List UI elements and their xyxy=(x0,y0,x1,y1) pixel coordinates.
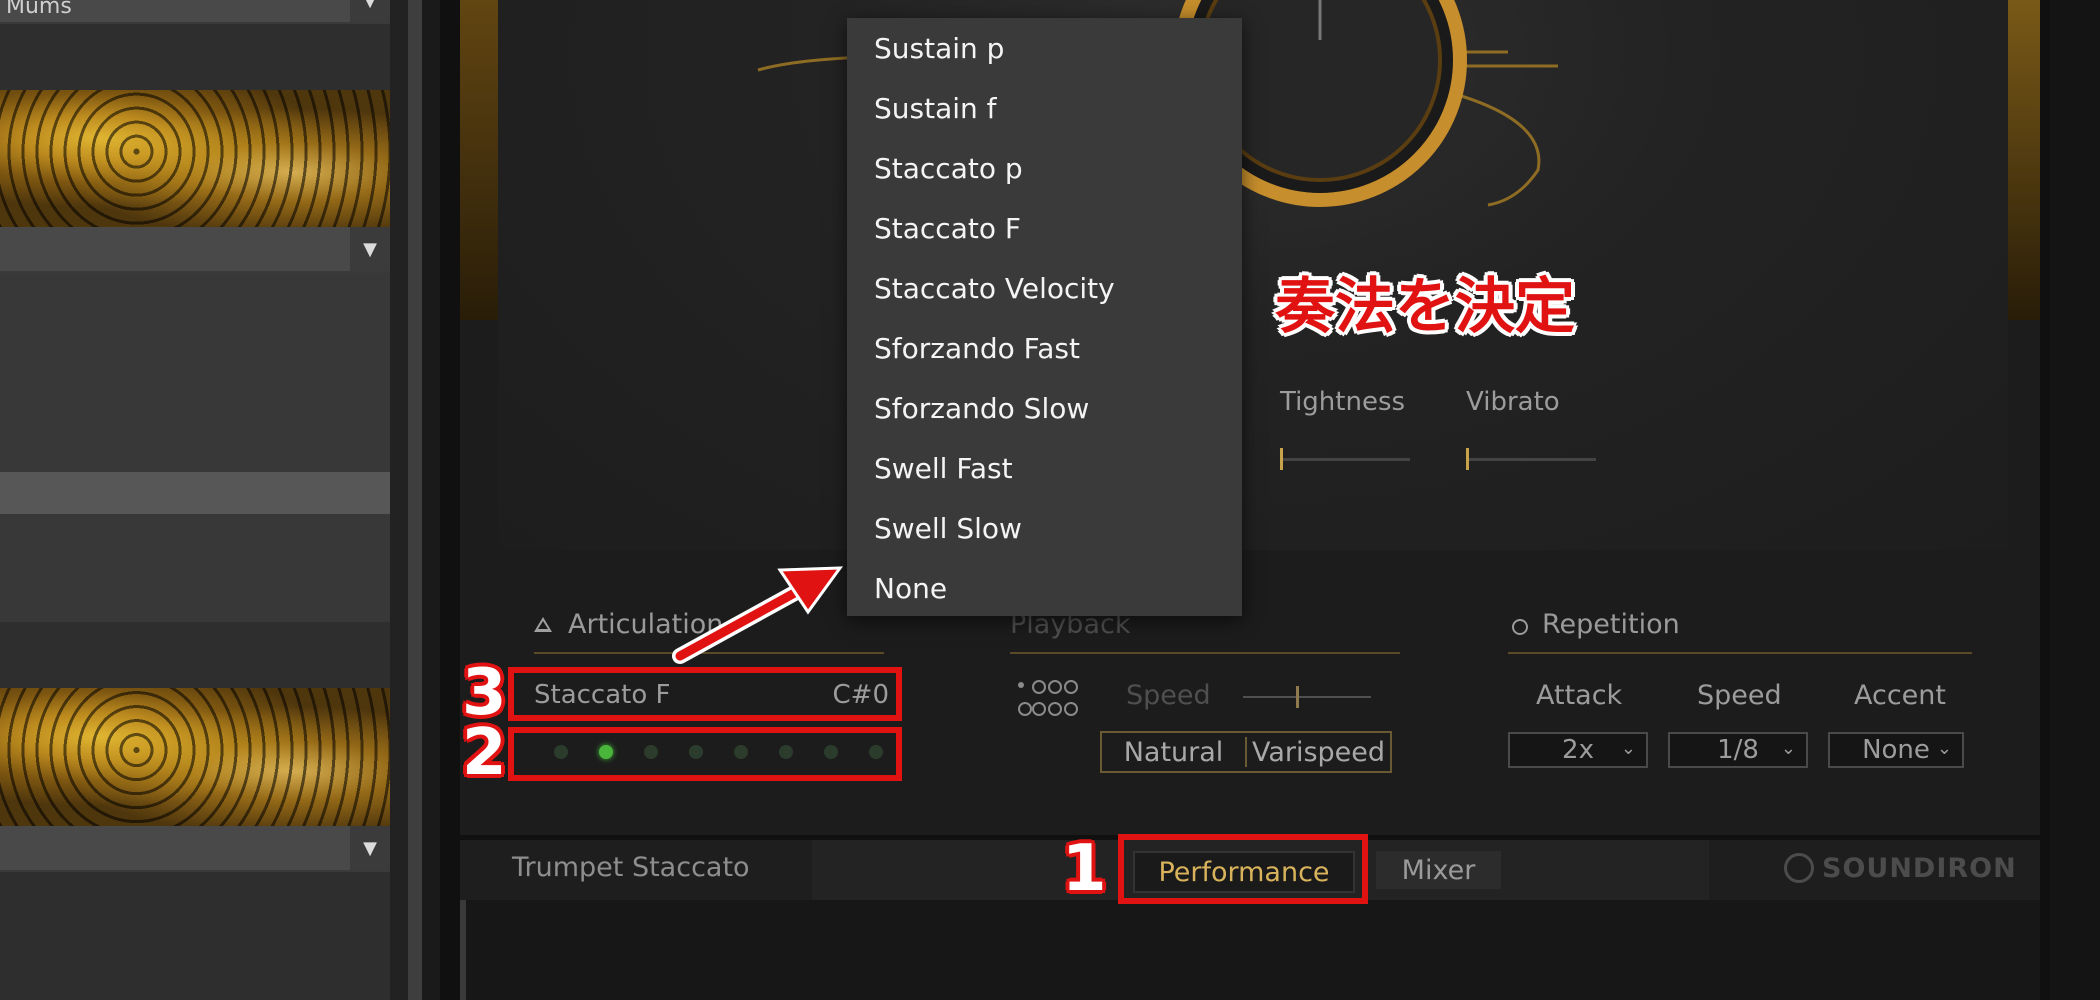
accent-value: None xyxy=(1862,735,1930,765)
library-list-area xyxy=(0,273,390,473)
annotation-box-3 xyxy=(508,667,902,721)
panel-divider xyxy=(390,0,408,1000)
mode-varispeed-button[interactable]: Varispeed xyxy=(1247,733,1390,771)
mode-natural-button[interactable]: Natural xyxy=(1102,733,1245,771)
repetition-speed-select[interactable]: 1/8 ⌄ xyxy=(1668,732,1808,768)
menu-item[interactable]: Sforzando Fast xyxy=(847,318,1242,378)
attack-select[interactable]: 2x ⌄ xyxy=(1508,732,1648,768)
panel-divider xyxy=(422,0,440,1000)
menu-item[interactable]: Swell Fast xyxy=(847,438,1242,498)
gold-border-right xyxy=(2004,0,2040,320)
repetition-speed-value: 1/8 xyxy=(1717,735,1759,765)
menu-item[interactable]: Sustain p xyxy=(847,18,1242,78)
library-artwork-2[interactable] xyxy=(0,688,390,826)
menu-item[interactable]: Staccato F xyxy=(847,198,1242,258)
vibrato-slider[interactable] xyxy=(1466,448,1596,470)
menu-item[interactable]: Sforzando Slow xyxy=(847,378,1242,438)
playback-mode-toggle[interactable]: Natural Varispeed xyxy=(1100,731,1392,773)
menu-item[interactable]: Swell Slow xyxy=(847,498,1242,558)
annotation-box-2 xyxy=(508,727,902,781)
chevron-down-icon: ⌄ xyxy=(1780,738,1796,759)
chevron-down-icon[interactable]: ▼ xyxy=(350,227,390,271)
brand-logo: SOUNDIRON xyxy=(1822,853,2017,884)
slider-thumb[interactable] xyxy=(1296,686,1299,708)
library-list-row[interactable] xyxy=(0,472,390,514)
section-rule xyxy=(1010,652,1400,654)
circle-icon[interactable] xyxy=(1512,619,1528,635)
annotation-number-1: 1 xyxy=(1062,832,1107,906)
playback-speed-label: Speed xyxy=(1126,680,1211,711)
slider-thumb[interactable] xyxy=(1280,448,1283,470)
triangle-icon xyxy=(534,617,552,632)
library-top-selector[interactable]: Mums ▼ xyxy=(0,0,390,24)
annotation-box-1 xyxy=(1118,834,1368,904)
tightness-label: Tightness xyxy=(1280,387,1406,417)
library-panel: Mums ▼ ▼ ▼ xyxy=(0,0,390,1000)
library-selector-2[interactable]: ▼ xyxy=(0,826,390,872)
hero-ornament xyxy=(757,0,1558,207)
instrument-hero: ar xyxy=(498,0,2008,550)
attack-label: Attack xyxy=(1536,680,1623,711)
section-rule xyxy=(1508,652,1972,654)
chevron-down-icon: ⌄ xyxy=(1936,738,1952,759)
panel-scrollbar[interactable] xyxy=(408,0,422,1000)
slider-thumb[interactable] xyxy=(1466,448,1469,470)
accent-label: Accent xyxy=(1854,680,1946,711)
annotation-callout: 奏法を決定 xyxy=(1275,272,1575,342)
articulation-dropdown-menu[interactable]: Sustain p Sustain f Staccato p Staccato F St… xyxy=(847,18,1242,616)
chevron-down-icon[interactable]: ▼ xyxy=(350,0,390,22)
attack-value: 2x xyxy=(1562,735,1594,765)
pattern-grid-icon[interactable] xyxy=(1018,680,1078,722)
menu-item[interactable]: Staccato Velocity xyxy=(847,258,1242,318)
soundiron-logo-icon xyxy=(1784,853,1814,883)
library-artwork-1[interactable] xyxy=(0,90,390,227)
menu-item[interactable]: Staccato p xyxy=(847,138,1242,198)
chevron-down-icon[interactable]: ▼ xyxy=(350,826,390,870)
menu-item[interactable]: None xyxy=(847,558,1242,618)
playback-speed-slider[interactable] xyxy=(1243,686,1371,708)
chevron-down-icon: ⌄ xyxy=(1620,738,1636,759)
library-top-label: Mums xyxy=(6,0,72,19)
articulation-title: Articulation xyxy=(568,609,724,640)
annotation-number-2: 2 xyxy=(462,716,507,790)
lower-empty-area xyxy=(460,900,2040,1000)
preset-name[interactable]: Trumpet Staccato xyxy=(512,852,750,883)
library-selector-1[interactable]: ▼ xyxy=(0,227,390,273)
repetition-title: Repetition xyxy=(1542,609,1680,640)
tab-mixer[interactable]: Mixer xyxy=(1376,851,1501,889)
accent-select[interactable]: None ⌄ xyxy=(1828,732,1964,768)
vibrato-label: Vibrato xyxy=(1466,387,1560,417)
menu-item[interactable]: Sustain f xyxy=(847,78,1242,138)
gold-border-left xyxy=(460,0,498,320)
tightness-slider[interactable] xyxy=(1280,448,1410,470)
library-list-area xyxy=(0,514,390,622)
section-rule xyxy=(534,652,884,654)
repetition-speed-label: Speed xyxy=(1697,680,1782,711)
